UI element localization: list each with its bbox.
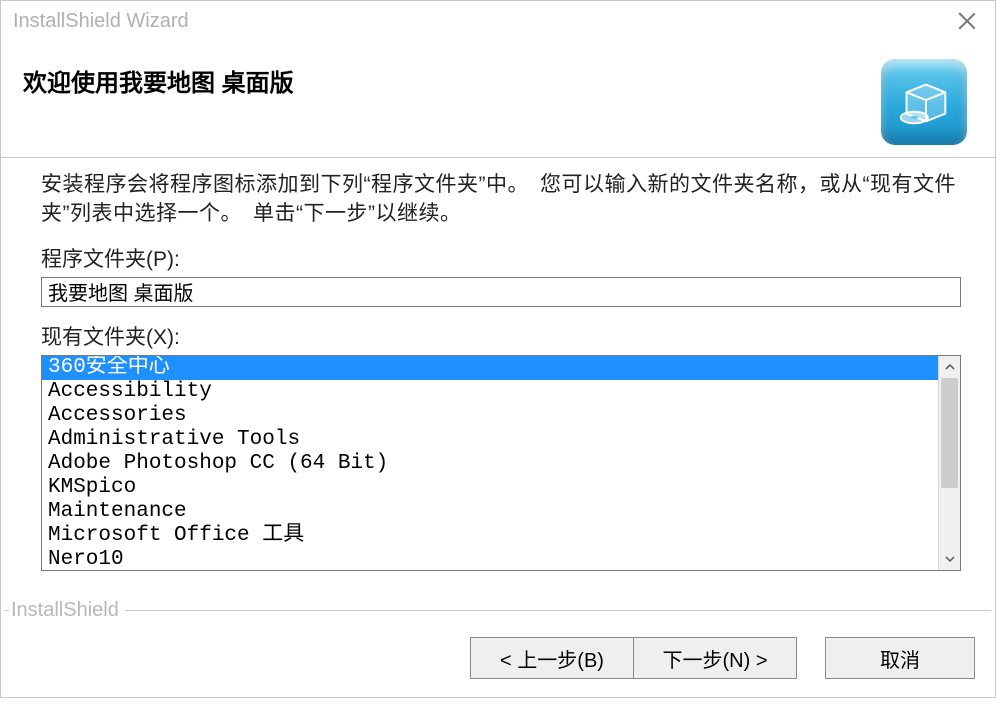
list-item[interactable]: Administrative Tools <box>42 428 938 452</box>
close-button[interactable] <box>947 5 987 37</box>
list-item[interactable]: Nero10 <box>42 548 938 570</box>
chevron-down-icon <box>945 554 955 564</box>
back-button[interactable]: < 上一步(B) <box>470 637 634 679</box>
list-item[interactable]: Adobe Photoshop CC (64 Bit) <box>42 452 938 476</box>
instructions-text: 安装程序会将程序图标添加到下列“程序文件夹”中。 您可以输入新的文件夹名称，或从… <box>41 170 961 229</box>
list-item[interactable]: Accessibility <box>42 380 938 404</box>
list-item[interactable]: 360安全中心 <box>42 356 938 380</box>
list-item[interactable]: KMSpico <box>42 476 938 500</box>
scroll-up-button[interactable] <box>939 356 960 378</box>
next-button[interactable]: 下一步(N) > <box>633 637 797 679</box>
list-item[interactable]: Maintenance <box>42 500 938 524</box>
button-row: < 上一步(B) 下一步(N) > 取消 <box>1 619 995 697</box>
footer-brand: InstallShield <box>9 599 125 622</box>
chevron-up-icon <box>945 362 955 372</box>
box-disc-icon <box>893 71 955 133</box>
program-folder-input[interactable] <box>41 277 961 307</box>
scroll-thumb[interactable] <box>941 378 958 488</box>
folder-list: 360安全中心AccessibilityAccessoriesAdministr… <box>42 356 938 570</box>
list-scrollbar[interactable] <box>938 356 960 570</box>
close-icon <box>958 12 976 30</box>
scroll-down-button[interactable] <box>939 548 960 570</box>
list-item[interactable]: Accessories <box>42 404 938 428</box>
window-title: InstallShield Wizard <box>13 10 189 33</box>
welcome-heading: 欢迎使用我要地图 桌面版 <box>23 59 294 98</box>
installer-logo <box>881 59 967 145</box>
footer-separator: InstallShield <box>5 601 991 619</box>
existing-folders-listbox[interactable]: 360安全中心AccessibilityAccessoriesAdministr… <box>41 355 961 571</box>
existing-folders-label: 现有文件夹(X): <box>41 321 961 351</box>
installer-window: InstallShield Wizard 欢迎使用我要地图 桌面版 安装程序会将… <box>0 0 996 698</box>
titlebar: InstallShield Wizard <box>1 1 995 41</box>
header: 欢迎使用我要地图 桌面版 <box>1 41 995 151</box>
list-item[interactable]: Microsoft Office 工具 <box>42 524 938 548</box>
body: 安装程序会将程序图标添加到下列“程序文件夹”中。 您可以输入新的文件夹名称，或从… <box>1 158 995 601</box>
program-folder-label: 程序文件夹(P): <box>41 243 961 273</box>
cancel-button[interactable]: 取消 <box>825 637 975 679</box>
